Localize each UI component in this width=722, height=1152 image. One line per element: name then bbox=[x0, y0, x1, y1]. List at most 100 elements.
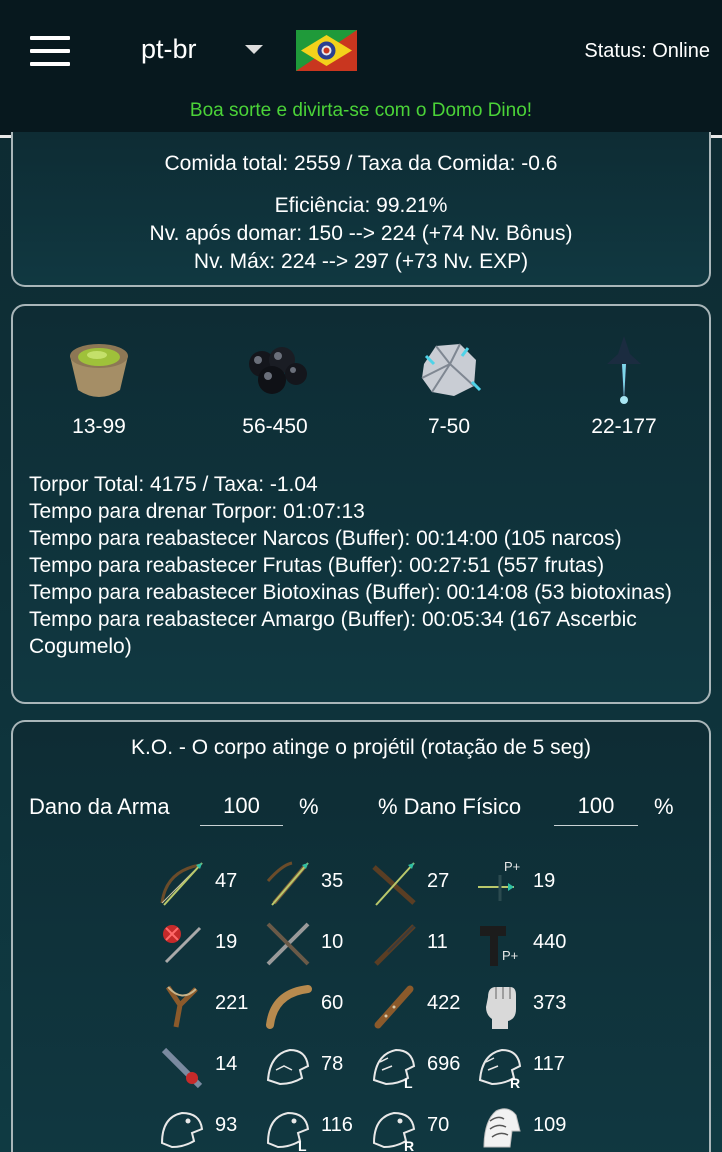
weapon-item[interactable]: 109 bbox=[474, 1101, 574, 1152]
status-label: Status: Online bbox=[584, 40, 710, 62]
weapon-value: 47 bbox=[215, 870, 238, 892]
weapon-value: 373 bbox=[533, 992, 567, 1014]
physical-damage-label: % Dano Físico bbox=[378, 794, 522, 819]
weapon-item[interactable]: P+ 440 bbox=[474, 918, 574, 970]
shocking-dart-icon bbox=[266, 922, 310, 966]
weapon-value: 116 bbox=[321, 1114, 353, 1136]
tranq-arrow-plus-icon: P+ bbox=[478, 859, 520, 901]
weapon-value: 19 bbox=[533, 870, 556, 892]
dino-head-l2-icon: L bbox=[266, 1111, 310, 1152]
menu-icon[interactable] bbox=[30, 36, 70, 66]
weapon-item[interactable]: 35 bbox=[262, 857, 362, 909]
longneck-rifle-icon bbox=[374, 924, 416, 966]
ascerbic-item: 22-177 bbox=[554, 334, 694, 439]
weapon-item[interactable]: 10 bbox=[262, 918, 362, 970]
biotoxin-item: 7-50 bbox=[379, 334, 519, 439]
weapon-value: 11 bbox=[427, 931, 448, 953]
dino-head-l-icon: L bbox=[372, 1048, 416, 1091]
narcoberry-icon bbox=[249, 347, 307, 394]
weapon-value: 221 bbox=[215, 992, 249, 1014]
narcos-buffer: Tempo para reabastecer Narcos (Buffer): … bbox=[29, 527, 622, 550]
boomerang-icon bbox=[266, 985, 312, 1029]
weapon-item[interactable]: L 696 bbox=[368, 1040, 468, 1092]
language-select[interactable]: pt-br bbox=[141, 34, 197, 65]
weapon-item[interactable]: 11 bbox=[368, 918, 468, 970]
weapon-item[interactable]: 221 bbox=[156, 979, 256, 1031]
weapon-value: 70 bbox=[427, 1114, 450, 1136]
physical-damage-input[interactable]: 100 bbox=[554, 792, 638, 826]
chevron-down-icon[interactable] bbox=[245, 45, 263, 54]
svg-text:L: L bbox=[298, 1138, 307, 1152]
weapon-item[interactable]: L 116 bbox=[262, 1101, 362, 1152]
svg-text:L: L bbox=[404, 1075, 413, 1091]
biotoxin-range: 7-50 bbox=[427, 415, 471, 438]
berries-buffer: Tempo para reabastecer Frutas (Buffer): … bbox=[29, 554, 605, 577]
level-max: Nv. Máx: 224 --> 297 (+73 Nv. EXP) bbox=[193, 250, 529, 273]
shocking-dart-plus-icon: P+ bbox=[480, 926, 518, 966]
tagline: Boa sorte e divirta-se com o Domo Dino! bbox=[189, 100, 533, 121]
torpor-drain-time: Tempo para drenar Torpor: 01:07:13 bbox=[29, 500, 365, 523]
physical-damage-unit: % bbox=[654, 794, 674, 819]
tranq-dart-icon bbox=[163, 925, 202, 964]
narcotic-range: 13-99 bbox=[72, 415, 126, 438]
weapon-item[interactable]: 27 bbox=[368, 857, 468, 909]
weapon-item[interactable]: 60 bbox=[262, 979, 362, 1031]
horse-head-icon bbox=[483, 1108, 521, 1148]
biotoxin-buffer: Tempo para reabastecer Biotoxinas (Buffe… bbox=[29, 581, 672, 604]
narcoberry-range: 56-450 bbox=[242, 415, 308, 438]
torpor-details: Torpor Total: 4175 / Taxa: -1.04 Tempo p… bbox=[29, 471, 699, 660]
weapon-value: 109 bbox=[533, 1114, 567, 1136]
food-total: Comida total: 2559 / Taxa da Comida: -0.… bbox=[164, 152, 558, 175]
weapon-damage-unit: % bbox=[299, 794, 319, 819]
weapon-item[interactable]: 19 bbox=[156, 918, 256, 970]
narcoberry-item: 56-450 bbox=[205, 334, 345, 439]
narcotic-bowl-icon bbox=[70, 344, 128, 397]
narcotic-item: 13-99 bbox=[29, 334, 169, 439]
weapon-value: 422 bbox=[427, 992, 461, 1014]
weapon-damage-input[interactable]: 100 bbox=[200, 792, 283, 826]
weapon-item[interactable]: R 117 bbox=[474, 1040, 574, 1092]
torpor-card: 13-99 56-450 7-50 22-177 Torpor Total: 4… bbox=[11, 304, 711, 704]
weapon-value: 19 bbox=[215, 931, 238, 953]
efficiency: Eficiência: 99.21% bbox=[274, 194, 448, 217]
svg-text:R: R bbox=[510, 1075, 520, 1091]
svg-text:P+: P+ bbox=[502, 948, 518, 963]
torpor-total: Torpor Total: 4175 / Taxa: -1.04 bbox=[29, 473, 318, 496]
ko-card: K.O. - O corpo atinge o projétil (rotaçã… bbox=[11, 720, 711, 1152]
tranq-arrow-compound-bow-icon bbox=[372, 862, 416, 906]
weapon-value: 440 bbox=[533, 931, 567, 953]
weapon-value: 27 bbox=[427, 870, 450, 892]
weapon-value: 14 bbox=[215, 1053, 238, 1075]
weapon-value: 93 bbox=[215, 1114, 238, 1136]
tranq-arrow-bow-icon bbox=[160, 862, 203, 906]
weapon-item[interactable]: 93 bbox=[156, 1101, 256, 1152]
ascerbic-buffer: Tempo para reabastecer Amargo (Buffer): … bbox=[29, 608, 637, 658]
svg-text:R: R bbox=[404, 1138, 414, 1152]
summary-card: Comida total: 2559 / Taxa da Comida: -0.… bbox=[11, 132, 711, 287]
weapon-value: 78 bbox=[321, 1053, 344, 1075]
weapon-value: 117 bbox=[533, 1053, 565, 1075]
weapon-item[interactable]: 373 bbox=[474, 979, 574, 1031]
weapon-item[interactable]: P+ 19 bbox=[474, 857, 574, 909]
fist-icon bbox=[486, 987, 516, 1029]
brazil-flag-icon[interactable] bbox=[296, 30, 357, 71]
ko-title: K.O. - O corpo atinge o projétil (rotaçã… bbox=[131, 736, 591, 759]
electric-prod-icon bbox=[161, 1047, 203, 1089]
level-after-tame: Nv. após domar: 150 --> 224 (+74 Nv. Bôn… bbox=[149, 222, 573, 245]
dino-head-r-icon: R bbox=[478, 1048, 522, 1091]
bio-toxin-icon bbox=[421, 343, 482, 396]
weapon-item[interactable]: 78 bbox=[262, 1040, 362, 1092]
weapon-value: 60 bbox=[321, 992, 344, 1014]
weapon-item[interactable]: 422 bbox=[368, 979, 468, 1031]
weapon-item[interactable]: R 70 bbox=[368, 1101, 468, 1152]
wooden-club-icon bbox=[374, 985, 414, 1029]
dino-head-r2-icon: R bbox=[372, 1111, 416, 1152]
dino-head-icon bbox=[266, 1048, 310, 1086]
tranq-arrow-crossbow-icon bbox=[266, 861, 309, 906]
weapon-item[interactable]: 14 bbox=[156, 1040, 256, 1092]
ascerbic-range: 22-177 bbox=[591, 415, 657, 438]
weapon-damage-label: Dano da Arma bbox=[29, 794, 170, 819]
weapon-value: 10 bbox=[321, 931, 344, 953]
svg-text:P+: P+ bbox=[504, 859, 520, 874]
weapon-item[interactable]: 47 bbox=[156, 857, 256, 909]
